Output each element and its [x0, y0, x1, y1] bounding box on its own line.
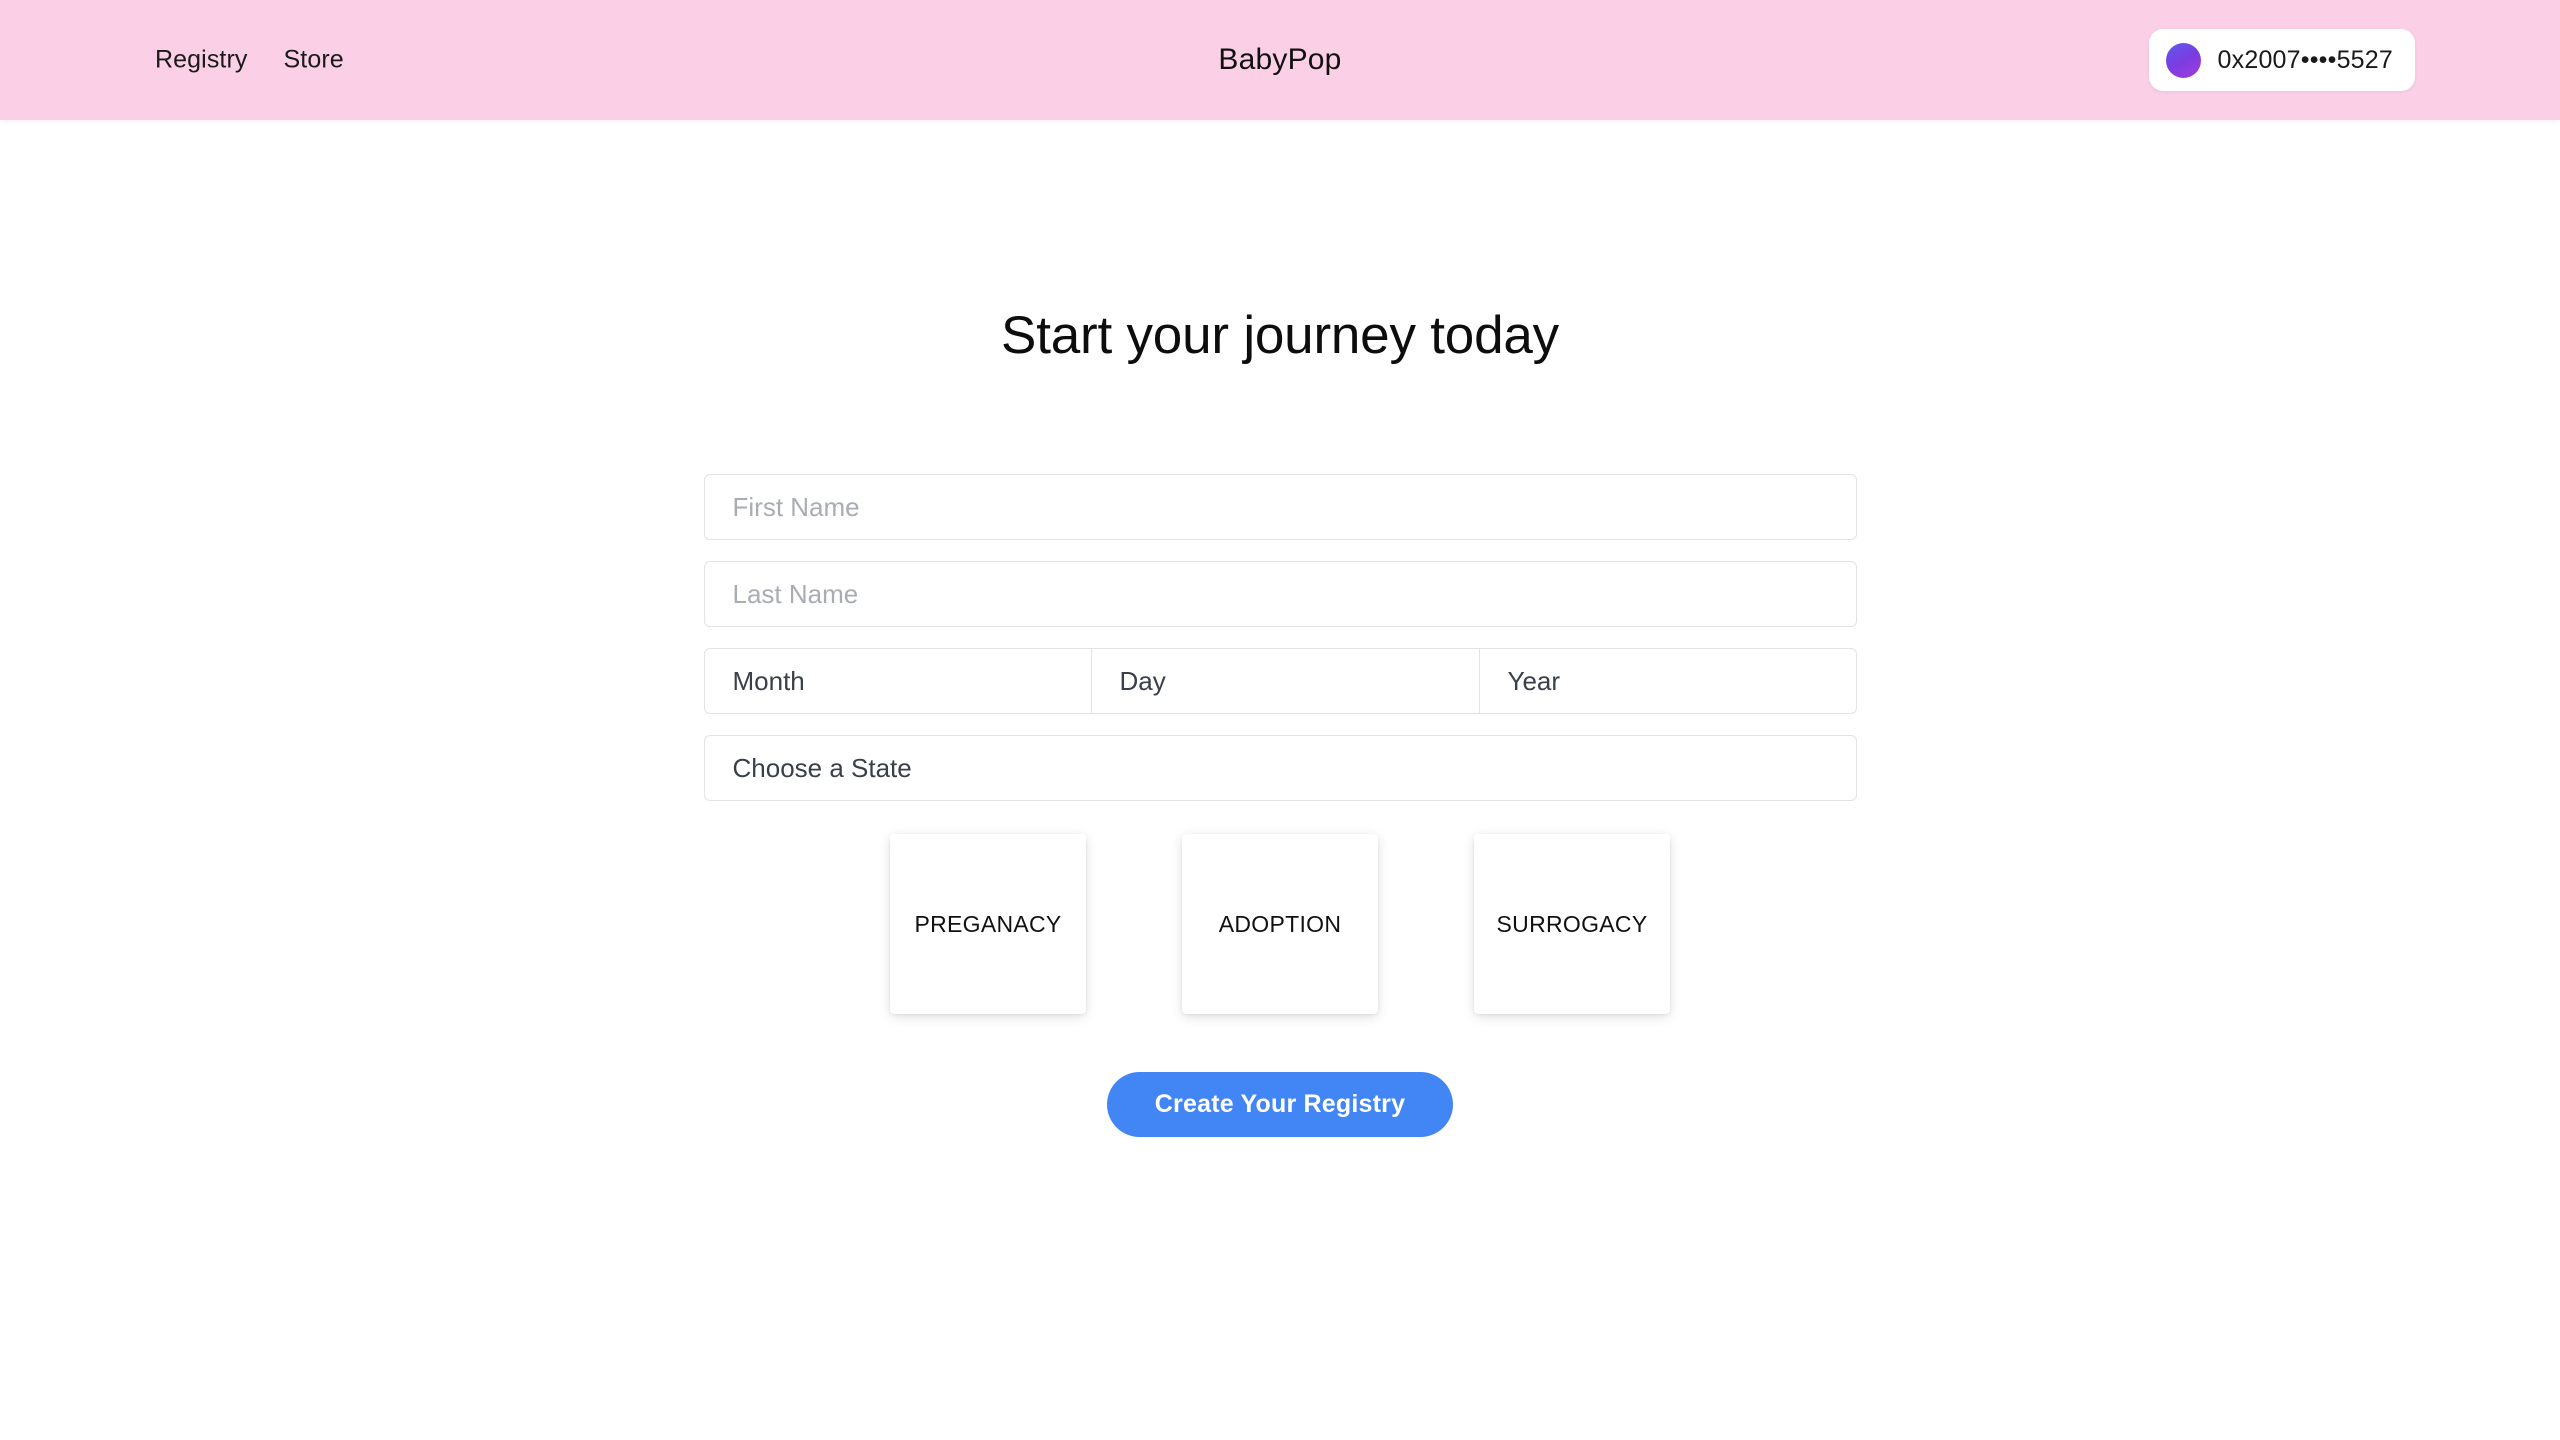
journey-option-label: PREGANACY	[914, 910, 1062, 937]
first-name-input[interactable]	[703, 474, 1857, 540]
journey-options-row: PREGANACY ADOPTION SURROGACY	[0, 834, 2560, 1014]
cta-row: Create Your Registry	[0, 1072, 2560, 1137]
last-name-input[interactable]	[703, 561, 1857, 627]
month-select[interactable]: Month	[703, 648, 1092, 714]
site-header: Registry Store BabyPop 0x2007••••5527	[0, 0, 2560, 120]
state-select[interactable]: Choose a State	[703, 735, 1857, 801]
birthdate-row: Month Day Year	[703, 648, 1857, 714]
journey-option-surrogacy[interactable]: SURROGACY	[1474, 834, 1670, 1014]
primary-nav: Registry Store	[155, 46, 344, 75]
journey-option-label: ADOPTION	[1218, 910, 1342, 937]
day-select[interactable]: Day	[1091, 648, 1480, 714]
page-title: Start your journey today	[1001, 306, 1559, 365]
nav-link-registry[interactable]: Registry	[155, 46, 248, 75]
year-select[interactable]: Year	[1479, 648, 1857, 714]
wallet-address-label: 0x2007••••5527	[2217, 45, 2393, 74]
registry-form: Month Day Year Choose a State	[703, 474, 1857, 801]
nav-link-store[interactable]: Store	[284, 46, 344, 75]
create-registry-button[interactable]: Create Your Registry	[1106, 1072, 1454, 1137]
journey-option-label: SURROGACY	[1496, 910, 1648, 937]
brand-title: BabyPop	[1218, 43, 1342, 76]
main-content: Start your journey today Month Day Year …	[0, 305, 2560, 1137]
journey-option-pregnancy[interactable]: PREGANACY	[890, 834, 1086, 1014]
wallet-avatar-icon	[2165, 42, 2201, 78]
journey-option-adoption[interactable]: ADOPTION	[1182, 834, 1378, 1014]
wallet-button[interactable]: 0x2007••••5527	[2148, 29, 2415, 91]
